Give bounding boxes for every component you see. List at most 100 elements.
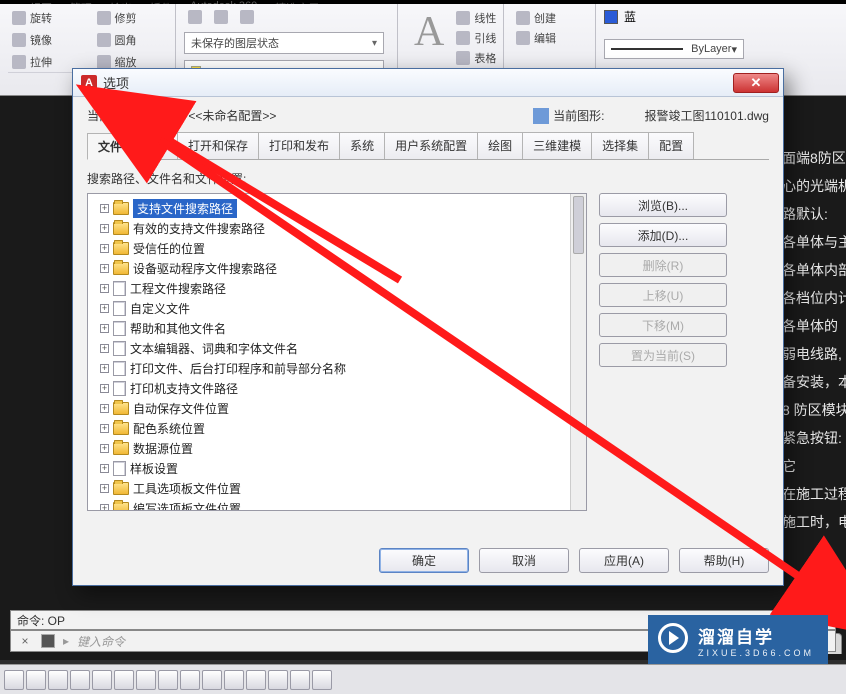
expander-icon[interactable]: + xyxy=(100,304,109,313)
scrollbar[interactable] xyxy=(570,194,586,510)
status-btn[interactable] xyxy=(312,670,332,690)
close-button[interactable]: ✕ xyxy=(733,73,779,93)
expander-icon[interactable]: + xyxy=(100,404,109,413)
tree-node[interactable]: +设备驱动程序文件搜索路径 xyxy=(90,258,584,278)
mirror-icon xyxy=(12,33,26,47)
folder-icon xyxy=(113,242,129,255)
status-btn[interactable] xyxy=(224,670,244,690)
set-current-button[interactable]: 置为当前(S) xyxy=(599,343,727,367)
status-btn[interactable] xyxy=(158,670,178,690)
folder-icon xyxy=(113,422,129,435)
status-btn[interactable] xyxy=(202,670,222,690)
dialog-titlebar[interactable]: A 选项 ✕ xyxy=(73,69,783,97)
tab-0[interactable]: 文件 xyxy=(87,133,133,160)
layer-state-combo[interactable]: 未保存的图层状态 ▾ xyxy=(184,32,384,54)
close-icon[interactable]: × xyxy=(17,634,33,648)
move-down-button[interactable]: 下移(M) xyxy=(599,313,727,337)
tree-node[interactable]: +支持文件搜索路径 xyxy=(90,198,584,218)
rotate-button[interactable]: 旋转 xyxy=(8,8,83,28)
tree-node[interactable]: +打印文件、后台打印程序和前导部分名称 xyxy=(90,358,584,378)
block-edit-button[interactable]: 编辑 xyxy=(512,28,587,48)
tree-node[interactable]: +样板设置 xyxy=(90,458,584,478)
linetype-combo[interactable]: ByLayer▾ xyxy=(604,39,744,59)
tab-6[interactable]: 绘图 xyxy=(477,132,523,159)
expander-icon[interactable]: + xyxy=(100,344,109,353)
expander-icon[interactable]: + xyxy=(100,324,109,333)
expander-icon[interactable]: + xyxy=(100,424,109,433)
tab-1[interactable]: 显示 xyxy=(132,132,178,159)
cancel-button[interactable]: 取消 xyxy=(479,548,569,573)
tab-9[interactable]: 配置 xyxy=(648,132,694,159)
tab-5[interactable]: 用户系统配置 xyxy=(384,132,478,159)
leader-button[interactable]: 引线 xyxy=(452,28,500,48)
expander-icon[interactable]: + xyxy=(100,284,109,293)
tree-node[interactable]: +有效的支持文件搜索路径 xyxy=(90,218,584,238)
status-btn[interactable] xyxy=(136,670,156,690)
tree-node[interactable]: +编写选项板文件位置 xyxy=(90,498,584,511)
search-paths-tree[interactable]: +支持文件搜索路径+有效的支持文件搜索路径+受信任的位置+设备驱动程序文件搜索路… xyxy=(87,193,587,511)
trim-button[interactable]: 修剪 xyxy=(93,8,168,28)
status-btn[interactable] xyxy=(290,670,310,690)
expander-icon[interactable]: + xyxy=(100,264,109,273)
status-btn[interactable] xyxy=(26,670,46,690)
tree-node[interactable]: +工程文件搜索路径 xyxy=(90,278,584,298)
expander-icon[interactable]: + xyxy=(100,224,109,233)
trim-icon xyxy=(97,11,111,25)
mirror-button[interactable]: 镜像 xyxy=(8,30,83,50)
layer-state-button[interactable] xyxy=(184,8,206,26)
tab-2[interactable]: 打开和保存 xyxy=(177,132,259,159)
tree-node[interactable]: +配色系统位置 xyxy=(90,418,584,438)
chevron-down-icon: ▾ xyxy=(372,38,377,49)
browse-button[interactable]: 浏览(B)... xyxy=(599,193,727,217)
tab-4[interactable]: 系统 xyxy=(339,132,385,159)
color-swatch[interactable] xyxy=(604,10,618,24)
text-icon[interactable]: A xyxy=(406,8,452,68)
expander-icon[interactable]: + xyxy=(100,244,109,253)
help-button[interactable]: 帮助(H) xyxy=(679,548,769,573)
expander-icon[interactable]: + xyxy=(100,504,109,512)
tree-node[interactable]: +自动保存文件位置 xyxy=(90,398,584,418)
layer-iso-button[interactable] xyxy=(210,8,232,26)
expander-icon[interactable]: + xyxy=(100,484,109,493)
ok-button[interactable]: 确定 xyxy=(379,548,469,573)
current-profile-label: 当前配置: xyxy=(87,107,138,124)
tab-3[interactable]: 打印和发布 xyxy=(258,132,340,159)
status-btn[interactable] xyxy=(180,670,200,690)
fillet-button[interactable]: 圆角 xyxy=(93,30,168,50)
expander-icon[interactable]: + xyxy=(100,384,109,393)
tree-node[interactable]: +自定义文件 xyxy=(90,298,584,318)
remove-button[interactable]: 删除(R) xyxy=(599,253,727,277)
status-btn[interactable] xyxy=(268,670,288,690)
status-btn[interactable] xyxy=(70,670,90,690)
tree-node[interactable]: +文本编辑器、词典和字体文件名 xyxy=(90,338,584,358)
tree-node[interactable]: +打印机支持文件路径 xyxy=(90,378,584,398)
add-button[interactable]: 添加(D)... xyxy=(599,223,727,247)
expander-icon[interactable]: + xyxy=(100,464,109,473)
file-icon xyxy=(113,341,126,356)
layer-freeze-button[interactable] xyxy=(236,8,258,26)
tree-node[interactable]: +数据源位置 xyxy=(90,438,584,458)
move-up-button[interactable]: 上移(U) xyxy=(599,283,727,307)
tree-node[interactable]: +受信任的位置 xyxy=(90,238,584,258)
block-create-button[interactable]: 创建 xyxy=(512,8,587,28)
tree-node[interactable]: +工具选项板文件位置 xyxy=(90,478,584,498)
tab-7[interactable]: 三维建模 xyxy=(522,132,592,159)
statusbar xyxy=(0,664,846,694)
linear-dim-button[interactable]: 线性 xyxy=(452,8,500,28)
expander-icon[interactable]: + xyxy=(100,364,109,373)
table-button[interactable]: 表格 xyxy=(452,48,500,68)
status-btn[interactable] xyxy=(92,670,112,690)
status-btn[interactable] xyxy=(48,670,68,690)
expander-icon[interactable]: + xyxy=(100,204,109,213)
tree-node[interactable]: +帮助和其他文件名 xyxy=(90,318,584,338)
status-btn[interactable] xyxy=(114,670,134,690)
tab-8[interactable]: 选择集 xyxy=(591,132,649,159)
expander-icon[interactable]: + xyxy=(100,444,109,453)
status-btn[interactable] xyxy=(246,670,266,690)
file-icon xyxy=(113,301,126,316)
status-btn[interactable] xyxy=(4,670,24,690)
brand-sub: ZIXUE.3D66.COM xyxy=(698,648,814,658)
command-input[interactable]: 键入命令 xyxy=(77,633,125,650)
scroll-thumb[interactable] xyxy=(573,196,584,254)
apply-button[interactable]: 应用(A) xyxy=(579,548,669,573)
